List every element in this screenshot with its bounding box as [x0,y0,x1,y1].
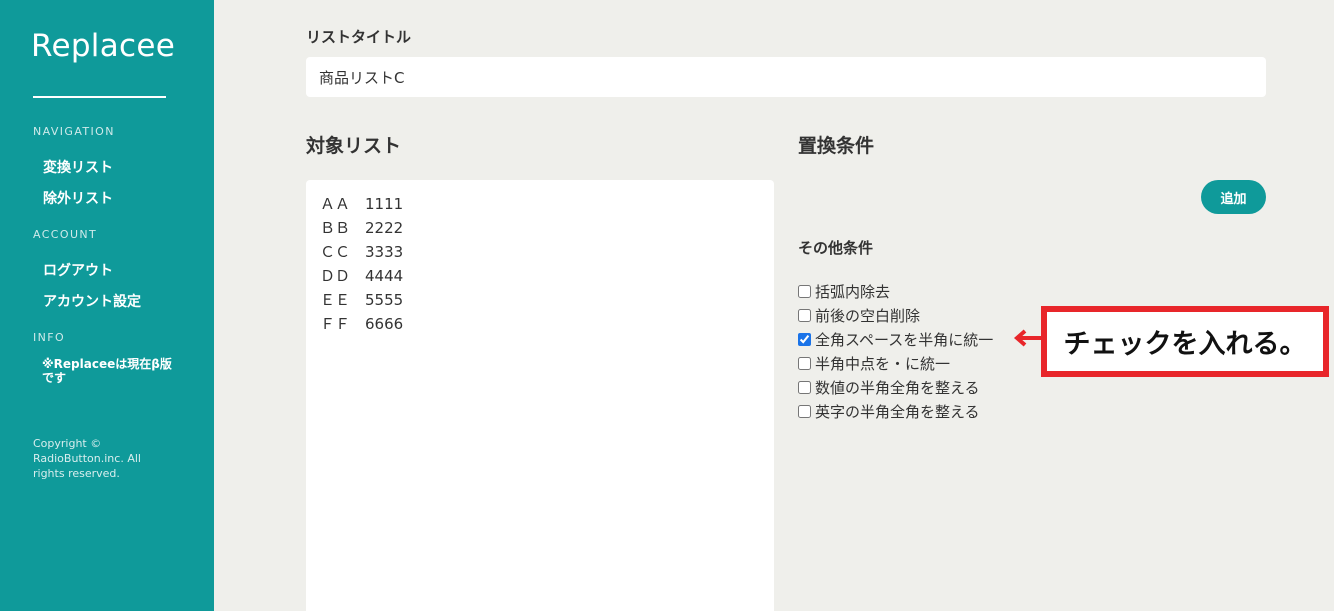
option-label: 全角スペースを半角に統一 [815,330,994,349]
option-checkbox[interactable] [798,404,811,418]
option-checkbox[interactable] [798,332,811,346]
option-label: 括弧内除去 [815,282,891,301]
option-label: 英字の半角全角を整える [815,402,980,421]
option-unify-fullwidth-space[interactable]: 全角スペースを半角に統一 [798,329,993,349]
add-condition-button[interactable]: 追加 [1201,180,1266,214]
annotation-text: チェックを入れる。 [1063,329,1307,360]
option-label: 前後の空白削除 [815,306,921,325]
option-normalize-letters[interactable]: 英字の半角全角を整える [798,401,980,421]
option-checkbox[interactable] [798,284,811,298]
option-trim-whitespace[interactable]: 前後の空白削除 [798,305,920,325]
option-checkbox[interactable] [798,380,811,394]
sidebar-item-account-settings[interactable]: アカウント設定 [43,291,141,311]
option-remove-parentheses[interactable]: 括弧内除去 [798,281,890,301]
option-label: 数値の半角全角を整える [815,378,980,397]
beta-notice: ※Replaceeは現在β版です [42,357,172,385]
navigation-section-label: NAVIGATION [33,125,115,138]
other-conditions-heading: その他条件 [798,239,874,257]
sidebar: Replacee NAVIGATION 変換リスト 除外リスト ACCOUNT … [0,0,214,611]
sidebar-item-logout[interactable]: ログアウト [43,260,113,280]
option-checkbox[interactable] [798,356,811,370]
account-section-label: ACCOUNT [33,228,98,241]
option-checkbox[interactable] [798,308,811,322]
info-section-label: INFO [33,331,66,344]
target-list-textarea[interactable]: ＡＡ 1111 ＢＢ 2222 ＣＣ 3333 ＤＤ 4444 ＥＥ 5555 … [306,180,774,611]
replace-conditions-heading: 置換条件 [798,135,875,157]
option-label: 半角中点を・に統一 [815,354,951,373]
list-title-label: リストタイトル [306,28,412,46]
list-title-input[interactable] [306,57,1266,97]
option-unify-middle-dot[interactable]: 半角中点を・に統一 [798,353,950,373]
sidebar-item-exclusion-list[interactable]: 除外リスト [43,188,113,208]
sidebar-item-conversion-list[interactable]: 変換リスト [43,157,113,177]
brand-divider [33,96,166,98]
copyright-text: Copyright © RadioButton.inc. All rights … [33,437,141,480]
annotation-arrow-icon [1013,329,1041,347]
annotation-callout: チェックを入れる。 [1041,306,1329,377]
brand-logo[interactable]: Replacee [31,28,175,64]
option-normalize-numbers[interactable]: 数値の半角全角を整える [798,377,980,397]
target-list-heading: 対象リスト [306,135,402,157]
